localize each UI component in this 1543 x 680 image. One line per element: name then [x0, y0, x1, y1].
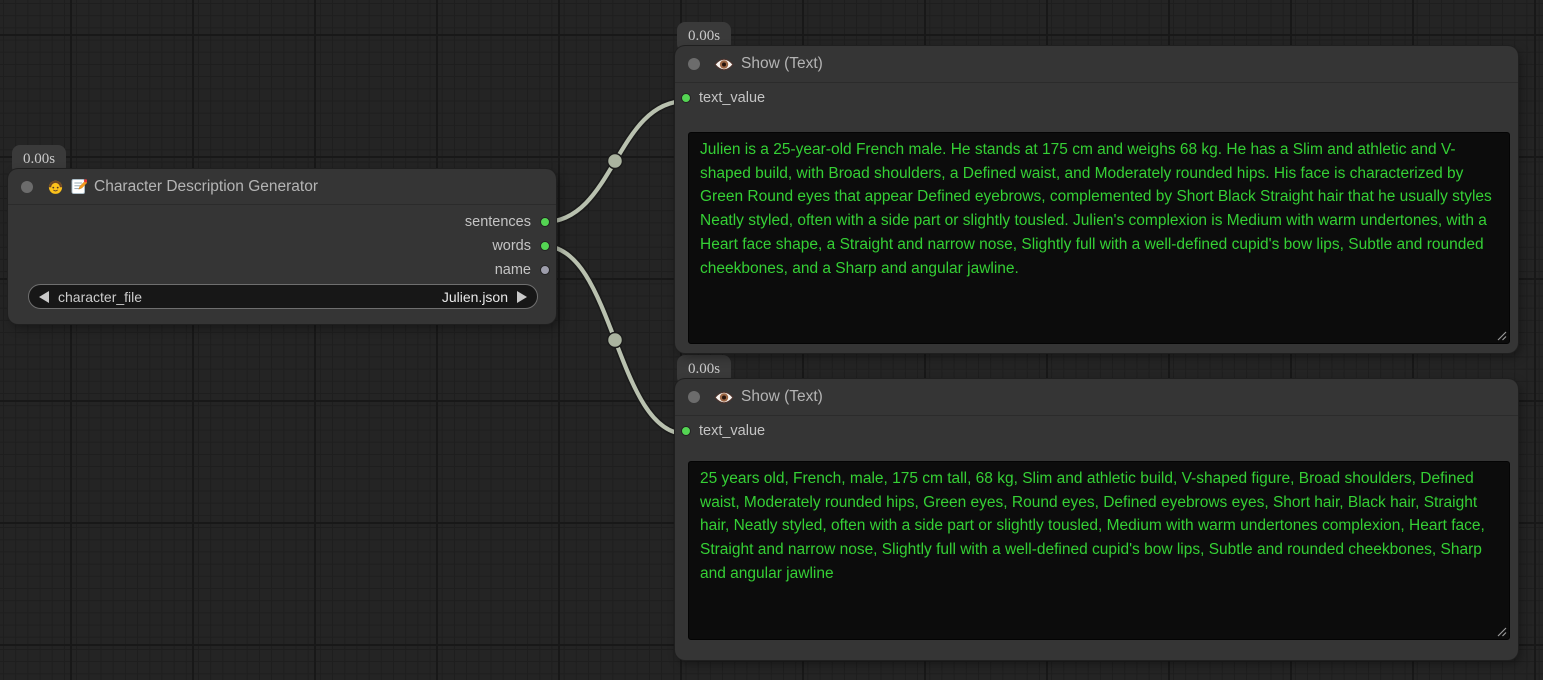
input-dot-text-value[interactable] [681, 426, 691, 436]
textarea-resize-handle[interactable] [1496, 330, 1507, 341]
eye-icon [714, 57, 734, 72]
input-slot-label: text_value [699, 423, 765, 439]
collapse-dot[interactable] [688, 391, 700, 403]
node-header: Show (Text) [675, 46, 1518, 83]
output-slots: sentences words name [465, 210, 550, 282]
node-title: Show (Text) [741, 55, 823, 73]
output-slot-label: name [495, 262, 531, 278]
output-slot-name: name [465, 258, 550, 282]
widget-label: character_file [58, 289, 142, 305]
previous-value-arrow-icon[interactable] [39, 291, 49, 303]
show-text-node-top[interactable]: Show (Text) text_value Julien is a 25-ye… [675, 46, 1518, 353]
node-header: Show (Text) [675, 379, 1518, 416]
collapse-dot[interactable] [21, 181, 33, 193]
person-icon [47, 178, 64, 195]
input-dot-text-value[interactable] [681, 93, 691, 103]
textarea-resize-handle[interactable] [1496, 626, 1507, 637]
node-header: Character Description Generator [8, 169, 556, 205]
character-description-generator-node[interactable]: Character Description Generator sentence… [8, 169, 556, 324]
memo-icon [71, 178, 87, 195]
node-title: Character Description Generator [94, 178, 318, 196]
widget-value: Julien.json [442, 289, 508, 305]
show-text-node-bottom[interactable]: Show (Text) text_value 25 years old, Fre… [675, 379, 1518, 660]
output-dot-sentences[interactable] [540, 217, 550, 227]
eye-icon [714, 390, 734, 405]
output-dot-words[interactable] [540, 241, 550, 251]
output-slot-words: words [465, 234, 550, 258]
character-file-widget[interactable]: character_file Julien.json [28, 284, 538, 309]
wire-midpoint-dot [608, 333, 623, 348]
collapse-dot[interactable] [688, 58, 700, 70]
input-slot-text-value: text_value [681, 90, 765, 106]
input-slot-label: text_value [699, 90, 765, 106]
output-dot-name[interactable] [540, 265, 550, 275]
text-display-area[interactable]: 25 years old, French, male, 175 cm tall,… [688, 461, 1510, 640]
output-slot-label: sentences [465, 214, 531, 230]
output-slot-label: words [492, 238, 531, 254]
node-title: Show (Text) [741, 388, 823, 406]
node-graph-canvas[interactable]: 0.00s 0.00s 0.00s [0, 0, 1543, 680]
input-slot-text-value: text_value [681, 423, 765, 439]
next-value-arrow-icon[interactable] [517, 291, 527, 303]
text-display-area[interactable]: Julien is a 25-year-old French male. He … [688, 132, 1510, 344]
output-slot-sentences: sentences [465, 210, 550, 234]
wire-midpoint-dot [608, 154, 623, 169]
